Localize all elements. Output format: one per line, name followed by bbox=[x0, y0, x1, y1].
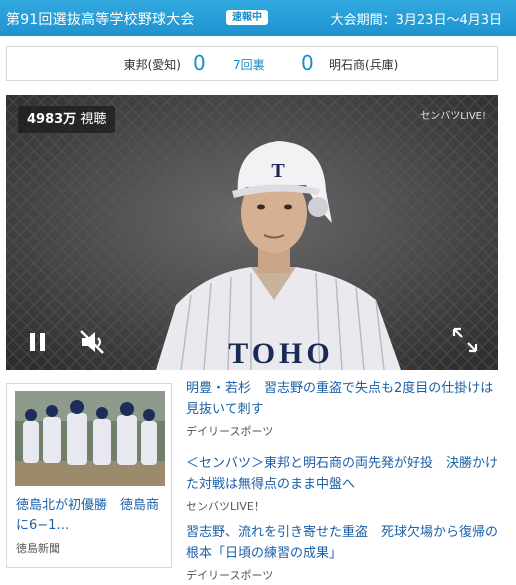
app-header: 第91回選抜高等学校野球大会 速報中 大会期間：3月23日〜4月3日 bbox=[0, 0, 516, 36]
list-item[interactable]: 習志野、流れを引き寄せた重盗 死球欠場から復帰の根本「日頃の練習の成果」 デイリ… bbox=[186, 522, 506, 583]
news-source: デイリースポーツ bbox=[186, 425, 274, 438]
viewer-label: 視聴 bbox=[80, 112, 107, 127]
channel-watermark: センバツLIVE! bbox=[420, 111, 486, 122]
fullscreen-icon bbox=[452, 327, 478, 353]
list-item[interactable]: 明豊・若杉 習志野の重盗で失点も2度目の仕掛けは見抜いて刺す デイリースポーツ bbox=[186, 378, 506, 439]
helmet-logo: T bbox=[271, 160, 285, 182]
news-headline[interactable]: ＜センバツ＞東邦と明石商の両先発が好投 決勝かけた対戦は無得点のまま中盤へ bbox=[186, 453, 506, 495]
news-headline[interactable]: 明豊・若杉 習志野の重盗で失点も2度目の仕掛けは見抜いて刺す bbox=[186, 378, 506, 420]
pause-icon bbox=[30, 333, 45, 351]
scoreboard: 東邦(愛知) 0 7回裏 0 明石商(兵庫) bbox=[6, 46, 498, 81]
mute-button[interactable] bbox=[78, 328, 106, 360]
live-badge: 速報中 bbox=[226, 10, 268, 25]
news-card-headline[interactable]: 徳島北が初優勝 徳島商に6−1… bbox=[16, 496, 166, 536]
inning-indicator: 7回裏 bbox=[233, 58, 265, 72]
news-photo bbox=[15, 391, 165, 486]
pause-button[interactable] bbox=[29, 332, 47, 356]
viewer-count-badge: 4983万 視聴 bbox=[18, 106, 116, 133]
list-item[interactable]: ＜センバツ＞東邦と明石商の両先発が好投 決勝かけた対戦は無得点のまま中盤へ セン… bbox=[186, 453, 506, 514]
news-source: センバツLIVE！ bbox=[186, 500, 265, 513]
news-card-featured[interactable]: 徳島北が初優勝 徳島商に6−1… 徳島新聞 bbox=[6, 383, 172, 568]
home-team-name: 東邦(愛知) bbox=[123, 58, 181, 72]
tournament-title: 第91回選抜高等学校野球大会 bbox=[6, 12, 195, 28]
jersey-lettering: TOHO bbox=[228, 337, 333, 370]
away-team-score: 0 bbox=[301, 51, 314, 75]
tournament-period: 大会期間：3月23日〜4月3日 bbox=[330, 13, 502, 28]
news-headline[interactable]: 習志野、流れを引き寄せた重盗 死球欠場から復帰の根本「日頃の練習の成果」 bbox=[186, 522, 506, 564]
live-video-player[interactable]: T TOHO 4983万 視聴 センバツLIVE! bbox=[6, 95, 498, 370]
mute-icon bbox=[80, 330, 104, 354]
away-team-name: 明石商(兵庫) bbox=[329, 58, 399, 72]
news-thumbnail[interactable] bbox=[15, 391, 165, 486]
news-source: デイリースポーツ bbox=[186, 569, 274, 582]
news-card-source: 徳島新聞 bbox=[16, 542, 60, 555]
home-team-score: 0 bbox=[193, 51, 206, 75]
fullscreen-button[interactable] bbox=[452, 327, 478, 357]
viewer-count: 4983万 bbox=[27, 112, 77, 127]
